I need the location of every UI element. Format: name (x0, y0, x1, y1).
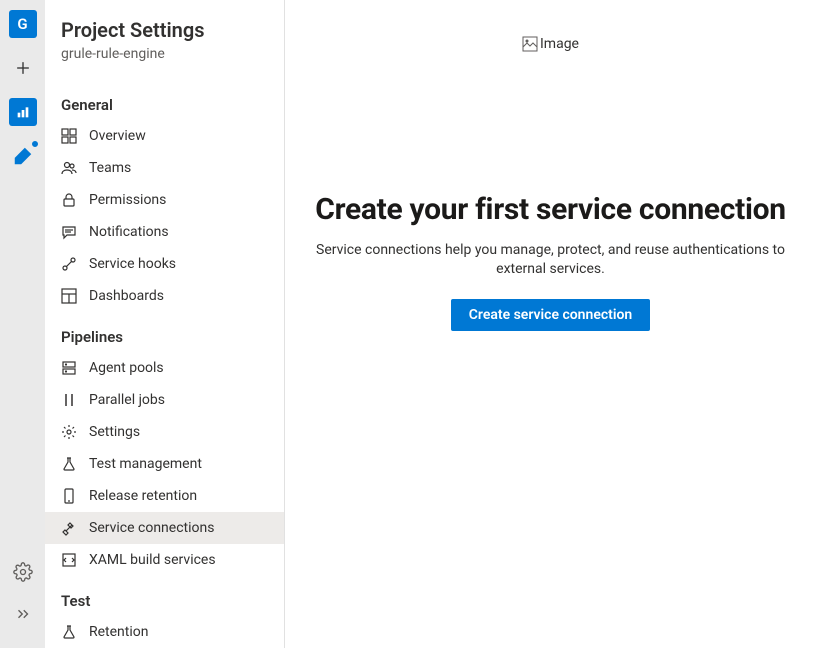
nav-label: Retention (89, 624, 149, 640)
sidebar-item-service-hooks[interactable]: Service hooks (45, 248, 284, 280)
sidebar-item-dashboards[interactable]: Dashboards (45, 280, 284, 312)
settings-sidebar: Project Settings grule-rule-engine Gener… (45, 0, 285, 648)
boards-icon[interactable] (9, 98, 37, 126)
page-title: Create your first service connection (315, 192, 786, 227)
add-icon[interactable] (9, 54, 37, 82)
build-icon (61, 552, 77, 568)
sidebar-item-agent-pools[interactable]: Agent pools (45, 352, 284, 384)
connection-icon (61, 520, 77, 536)
broken-image-placeholder: Image (522, 36, 579, 52)
server-icon (61, 360, 77, 376)
sidebar-item-overview[interactable]: Overview (45, 120, 284, 152)
phone-icon (61, 488, 77, 504)
image-alt-text: Image (540, 36, 579, 52)
nav-label: Test management (89, 456, 202, 472)
nav-label: Permissions (89, 192, 166, 208)
sidebar-item-notifications[interactable]: Notifications (45, 216, 284, 248)
nav-label: Dashboards (89, 288, 164, 304)
overview-icon (61, 128, 77, 144)
gear-icon (61, 424, 77, 440)
flask-icon (61, 456, 77, 472)
section-header-pipelines: Pipelines (45, 320, 284, 352)
nav-label: Overview (89, 128, 146, 144)
section-header-general: General (45, 88, 284, 120)
nav-label: Settings (89, 424, 140, 440)
nav-label: Service hooks (89, 256, 176, 272)
create-service-connection-button[interactable]: Create service connection (451, 299, 650, 331)
plug-icon (61, 256, 77, 272)
main-content: Image Create your first service connecti… (285, 0, 816, 648)
sidebar-item-parallel-jobs[interactable]: Parallel jobs (45, 384, 284, 416)
section-header-test: Test (45, 584, 284, 616)
sidebar-item-test-management[interactable]: Test management (45, 448, 284, 480)
notification-badge (31, 140, 39, 148)
nav-label: Release retention (89, 488, 197, 504)
settings-icon[interactable] (9, 558, 37, 586)
sidebar-title: Project Settings (45, 18, 284, 46)
sidebar-item-release-retention[interactable]: Release retention (45, 480, 284, 512)
lock-icon (61, 192, 77, 208)
nav-label: XAML build services (89, 552, 216, 568)
flask-icon (61, 624, 77, 640)
broken-image-icon (522, 36, 538, 52)
dashboard-icon (61, 288, 77, 304)
sidebar-item-retention[interactable]: Retention (45, 616, 284, 648)
nav-label: Teams (89, 160, 131, 176)
sidebar-item-service-connections[interactable]: Service connections (45, 512, 284, 544)
sidebar-subtitle: grule-rule-engine (45, 46, 284, 80)
nav-label: Service connections (89, 520, 214, 536)
sidebar-item-xaml-build[interactable]: XAML build services (45, 544, 284, 576)
page-description: Service connections help you manage, pro… (301, 241, 801, 279)
nav-label: Agent pools (89, 360, 164, 376)
sidebar-item-pipeline-settings[interactable]: Settings (45, 416, 284, 448)
expand-icon[interactable] (9, 600, 37, 628)
left-rail: G (0, 0, 45, 648)
parallel-icon (61, 392, 77, 408)
sidebar-item-permissions[interactable]: Permissions (45, 184, 284, 216)
pipelines-icon[interactable] (9, 142, 37, 170)
nav-label: Parallel jobs (89, 392, 165, 408)
project-avatar[interactable]: G (9, 10, 37, 38)
nav-label: Notifications (89, 224, 169, 240)
sidebar-item-teams[interactable]: Teams (45, 152, 284, 184)
teams-icon (61, 160, 77, 176)
chat-icon (61, 224, 77, 240)
